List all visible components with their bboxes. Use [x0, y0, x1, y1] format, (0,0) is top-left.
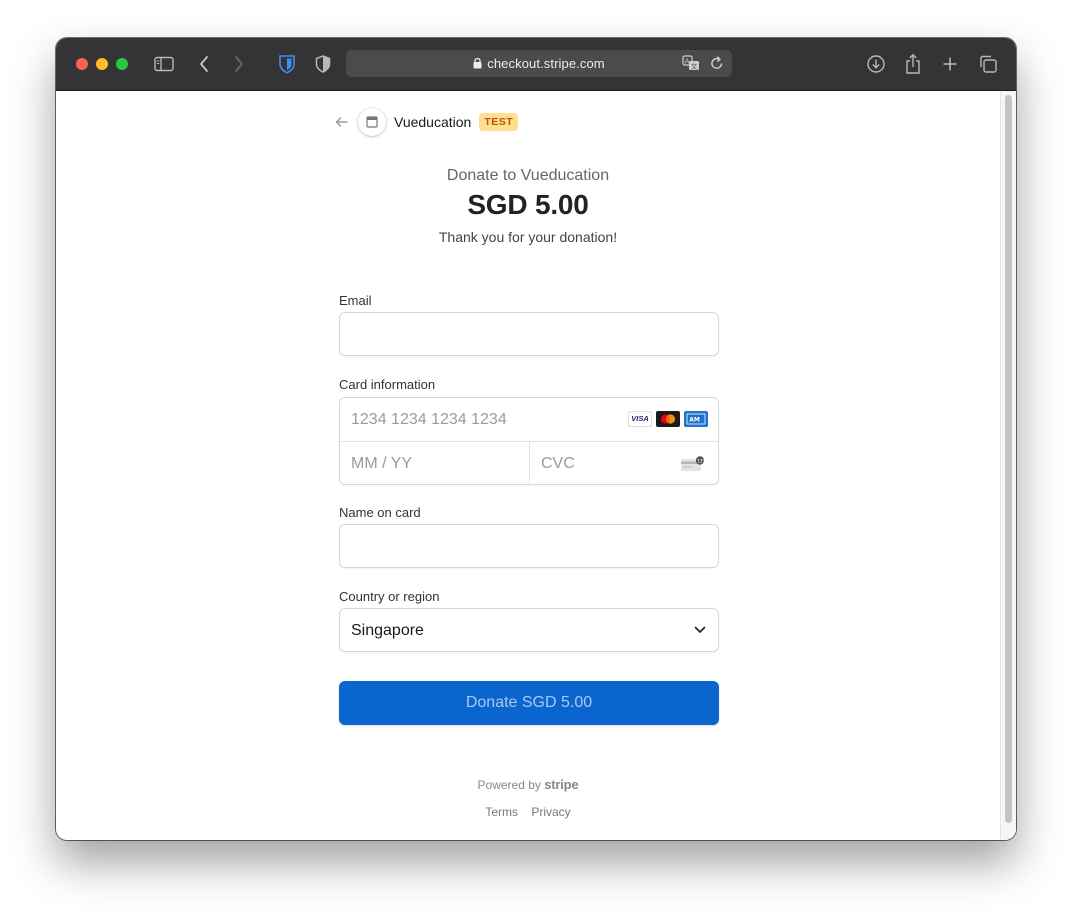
card-brand-logos: VISA AM — [628, 411, 708, 427]
country-value: Singapore — [351, 622, 424, 639]
vertical-scrollbar[interactable] — [1000, 91, 1016, 840]
svg-text:135: 135 — [697, 458, 705, 463]
svg-text:A: A — [685, 58, 690, 66]
translate-icon[interactable]: A文 — [682, 55, 700, 76]
name-on-card-field[interactable] — [339, 524, 719, 568]
donate-button[interactable]: Donate SGD 5.00 — [339, 681, 719, 725]
tab-overview-icon[interactable] — [976, 52, 1000, 76]
country-label: Country or region — [339, 589, 440, 604]
back-icon[interactable] — [192, 52, 216, 76]
new-tab-icon[interactable] — [938, 52, 962, 76]
browser-window: checkout.stripe.com A文 Vueducation TEST … — [56, 38, 1016, 840]
test-mode-badge: TEST — [479, 113, 519, 131]
merchant-header: Vueducation TEST — [332, 107, 519, 137]
powered-by-text: Powered by — [477, 778, 541, 792]
visa-icon: VISA — [628, 411, 652, 427]
email-field[interactable] — [339, 312, 719, 356]
minimize-window-button[interactable] — [96, 58, 108, 70]
card-information-label: Card information — [339, 377, 436, 392]
merchant-store-icon — [358, 108, 386, 136]
email-label: Email — [339, 293, 372, 308]
checkout-page: Vueducation TEST Donate to Vueducation S… — [56, 91, 1016, 840]
amex-icon: AM — [684, 411, 708, 427]
scrollbar-thumb[interactable] — [1005, 95, 1012, 823]
privacy-shield-icon[interactable] — [311, 52, 335, 76]
downloads-icon[interactable] — [864, 52, 888, 76]
forward-icon[interactable] — [227, 52, 251, 76]
name-on-card-label: Name on card — [339, 505, 421, 520]
browser-toolbar: checkout.stripe.com A文 — [56, 38, 1016, 91]
powered-by-stripe[interactable]: Powered by stripe — [332, 777, 724, 792]
total-amount: SGD 5.00 — [467, 189, 589, 220]
card-cvc-field[interactable]: CVC 135 — [530, 442, 718, 485]
expiry-placeholder: MM / YY — [351, 455, 413, 472]
bitwarden-extension-icon[interactable] — [275, 52, 299, 76]
thank-you-message: Thank you for your donation! — [438, 229, 618, 245]
reload-icon[interactable] — [710, 55, 724, 76]
terms-link[interactable]: Terms — [485, 805, 518, 819]
card-number-placeholder: 1234 1234 1234 1234 — [351, 411, 507, 428]
card-expiry-field[interactable]: MM / YY — [340, 442, 530, 485]
cvc-card-icon: 135 — [681, 456, 705, 471]
cvc-placeholder: CVC — [541, 455, 575, 472]
svg-text:AM: AM — [689, 416, 700, 423]
svg-text:文: 文 — [691, 62, 698, 71]
merchant-name: Vueducation — [394, 114, 472, 130]
mastercard-icon — [656, 411, 680, 427]
close-window-button[interactable] — [76, 58, 88, 70]
card-information-group: 1234 1234 1234 1234 VISA AM MM / YY CVC … — [339, 397, 719, 485]
share-icon[interactable] — [901, 52, 925, 76]
privacy-link[interactable]: Privacy — [531, 805, 570, 819]
chevron-down-icon — [694, 626, 706, 633]
card-number-field[interactable]: 1234 1234 1234 1234 VISA AM — [340, 398, 718, 442]
lock-icon — [473, 57, 482, 69]
address-bar[interactable]: checkout.stripe.com A文 — [346, 50, 732, 77]
url-text: checkout.stripe.com — [487, 56, 605, 71]
back-arrow-icon[interactable] — [334, 114, 350, 130]
country-select[interactable]: Singapore — [339, 608, 719, 652]
footer-links: Terms Privacy — [332, 805, 724, 819]
sidebar-toggle-icon[interactable] — [152, 52, 176, 76]
product-title: Donate to Vueducation — [446, 167, 610, 184]
zoom-window-button[interactable] — [116, 58, 128, 70]
stripe-logo: stripe — [544, 777, 579, 792]
